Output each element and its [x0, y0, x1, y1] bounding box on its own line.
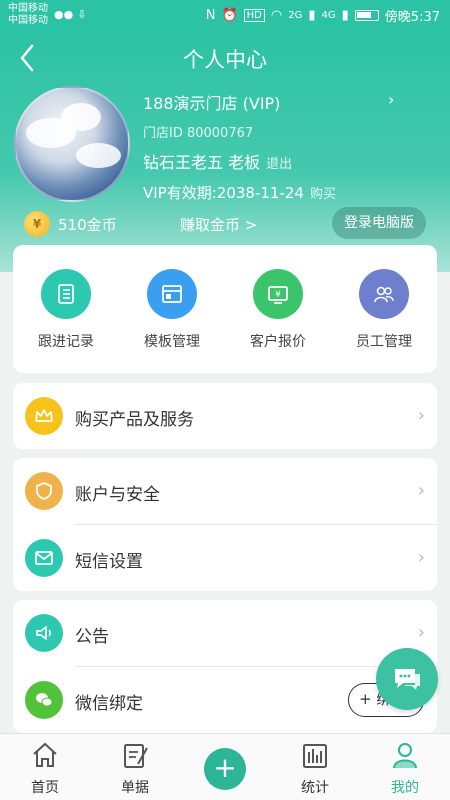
quick-action-follow-record[interactable]: 跟进记录	[13, 245, 119, 373]
alarm-icon: ⏰	[221, 8, 238, 23]
tab-label: 单据	[121, 780, 149, 796]
buy-vip-link[interactable]: 购买	[310, 187, 336, 202]
menu-item-announcement[interactable]: 公告 ›	[13, 600, 437, 666]
network-label-1: 2G	[288, 10, 303, 21]
chevron-right-icon[interactable]: ›	[388, 90, 394, 109]
chevron-right-icon: ›	[417, 547, 425, 568]
follow-record-icon	[41, 269, 91, 319]
tab-label: 首页	[31, 780, 59, 796]
vip-line: VIP有效期:2038-11-24 购买	[143, 182, 336, 203]
notice-card: 公告 › 微信绑定 + 绑定	[13, 600, 437, 733]
buy-products-card: 购买产品及服务 ›	[13, 383, 437, 449]
quick-action-label: 跟进记录	[38, 334, 94, 350]
system-icons: N ⏰ HD ◠ 2G ▮ 4G ▮ 傍晚5:37	[206, 6, 440, 25]
vip-expiry: VIP有效期:2038-11-24	[143, 184, 304, 202]
coin-balance[interactable]: 510金币	[58, 214, 117, 235]
quick-action-label: 模板管理	[144, 334, 200, 350]
tab-label: 统计	[301, 780, 329, 796]
svg-text:¥: ¥	[275, 290, 281, 300]
quick-action-quote[interactable]: ¥ 客户报价	[225, 245, 331, 373]
crown-icon	[25, 397, 63, 435]
clock: 傍晚5:37	[384, 10, 440, 25]
chevron-right-icon: ›	[417, 622, 425, 643]
chevron-right-icon: ›	[417, 480, 425, 501]
menu-item-sms-settings[interactable]: 短信设置 ›	[13, 525, 437, 591]
tab-documents[interactable]: 单据	[90, 734, 180, 800]
chat-icon	[395, 669, 420, 690]
menu-label: 公告	[75, 627, 109, 647]
quick-action-label: 员工管理	[356, 334, 412, 350]
quote-icon: ¥	[253, 269, 303, 319]
menu-label: 账户与安全	[75, 485, 160, 505]
nfc-icon: N	[205, 8, 216, 23]
wechat-icon: ●●	[54, 8, 74, 21]
speaker-icon	[25, 614, 63, 652]
menu-item-wechat-bind: 微信绑定 + 绑定	[13, 667, 437, 733]
tab-stats[interactable]: 统计	[270, 734, 360, 800]
account-card: 账户与安全 › 短信设置 ›	[13, 458, 437, 591]
menu-label: 微信绑定	[75, 694, 143, 714]
menu-label: 短信设置	[75, 552, 143, 572]
tab-profile[interactable]: 我的	[360, 734, 450, 800]
download-icon: ⇩	[77, 8, 87, 21]
logout-link[interactable]: 退出	[266, 157, 292, 172]
notification-icons: ●● ⇩	[54, 8, 86, 21]
add-button[interactable]: +	[204, 748, 246, 790]
chevron-right-icon: ›	[417, 405, 425, 426]
bottom-tab-bar: 首页 单据 + 统计 我的	[0, 733, 450, 800]
profile-icon	[393, 743, 417, 769]
network-label-2: 4G	[321, 10, 336, 21]
tab-home[interactable]: 首页	[0, 734, 90, 800]
home-icon	[33, 742, 57, 767]
wechat-icon	[25, 681, 63, 719]
status-bar: 中国移动 中国移动 ●● ⇩ N ⏰ HD ◠ 2G ▮ 4G ▮ 傍晚5:37	[0, 0, 450, 32]
signal-icon: ▮	[308, 8, 316, 23]
owner-line: 钻石王老五 老板 退出	[143, 149, 292, 173]
chat-fab-button[interactable]	[376, 648, 438, 710]
coin-icon: ¥	[24, 211, 50, 237]
quick-action-staff[interactable]: 员工管理	[331, 245, 437, 373]
pc-login-button[interactable]: 登录电脑版	[332, 207, 426, 239]
owner-name: 钻石王老五 老板	[143, 153, 261, 172]
quick-action-label: 客户报价	[250, 334, 306, 350]
shield-icon	[25, 472, 63, 510]
hd-icon: HD	[243, 9, 265, 22]
template-icon	[147, 269, 197, 319]
earn-coins-link[interactable]: 赚取金币 >	[180, 214, 257, 235]
tab-label: 我的	[391, 780, 419, 796]
page-title: 个人中心	[183, 48, 267, 72]
staff-icon	[359, 269, 409, 319]
mail-icon	[25, 539, 63, 577]
signal-icon: ▮	[341, 8, 349, 23]
quick-action-template[interactable]: 模板管理	[119, 245, 225, 373]
store-name[interactable]: 188演示门店 (VIP)	[143, 90, 280, 114]
stats-icon	[303, 744, 327, 768]
menu-item-buy-products[interactable]: 购买产品及服务 ›	[13, 383, 437, 449]
avatar[interactable]	[14, 86, 130, 202]
document-icon	[124, 744, 148, 768]
wifi-icon: ◠	[270, 8, 283, 23]
battery-icon	[354, 10, 379, 21]
menu-item-account-security[interactable]: 账户与安全 ›	[13, 458, 437, 524]
quick-actions-card: 跟进记录 模板管理 ¥ 客户报价 员工管理	[13, 245, 437, 373]
menu-label: 购买产品及服务	[75, 410, 194, 430]
store-id: 门店ID 80000767	[143, 126, 254, 141]
carrier-labels: 中国移动 中国移动	[8, 3, 48, 26]
